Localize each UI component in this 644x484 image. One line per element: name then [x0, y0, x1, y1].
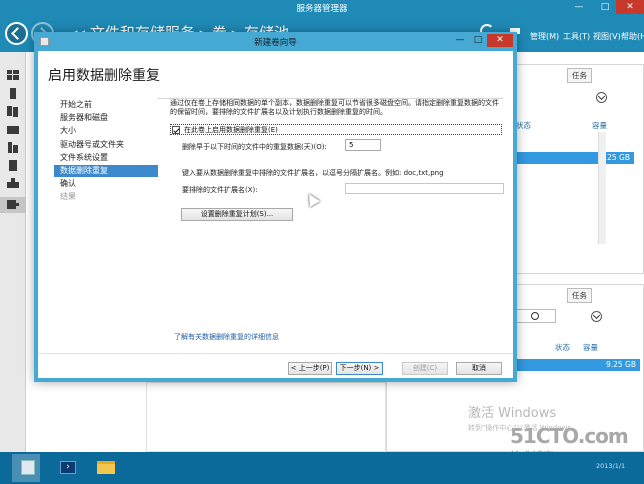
page-title: 启用数据删除重复 [48, 68, 160, 84]
file-and-storage-icon[interactable] [7, 124, 19, 135]
exclude-extensions-input[interactable] [345, 183, 504, 194]
menu-tools[interactable]: 工具(T) [563, 31, 590, 42]
all-servers-icon[interactable] [7, 106, 19, 117]
window-title: 服务器管理器 [296, 4, 348, 14]
step-before-you-begin[interactable]: 开始之前 [54, 99, 158, 111]
wizard-minimize-button[interactable]: — [452, 34, 468, 47]
sidebar [0, 52, 26, 452]
roles-icon[interactable] [7, 160, 19, 171]
set-dedup-schedule-button[interactable]: 设置删除重复计划(S)... [181, 208, 293, 221]
enable-dedup-checkbox[interactable] [172, 126, 180, 134]
tasks-dropdown-top[interactable]: 任务 [567, 68, 592, 83]
wizard-maximize-button[interactable]: □ [470, 34, 486, 47]
taskbar-powershell-button[interactable]: › [54, 454, 82, 482]
step-confirmation[interactable]: 确认 [54, 178, 158, 190]
column-status-top[interactable]: 状态 [516, 120, 531, 131]
local-server-icon[interactable] [7, 88, 19, 99]
wizard-steps-nav: 开始之前 服务器和磁盘 大小 驱动器号或文件夹 文件系统设置 数据删除重复 确认… [54, 99, 158, 205]
column-status-bottom[interactable]: 状态 [555, 342, 570, 353]
exclude-extensions-description: 键入要从数据删除重复中排除的文件扩展名，以逗号分隔扩展名。例如: doc,txt… [182, 169, 444, 177]
file-age-input[interactable] [345, 139, 381, 151]
expand-icon-bottom[interactable] [591, 311, 602, 322]
scrollbar-top[interactable] [598, 132, 606, 244]
enable-dedup-checkbox-row[interactable]: 在此卷上启用数据删除重复(E) [170, 124, 502, 135]
step-deduplication[interactable]: 数据删除重复 [54, 164, 158, 177]
maximize-button[interactable]: □ [592, 0, 618, 14]
next-button[interactable]: 下一步(N) > [336, 362, 383, 375]
tasks-dropdown-bottom[interactable]: 任务 [567, 288, 592, 303]
wizard-body: 启用数据删除重复 开始之前 服务器和磁盘 大小 驱动器号或文件夹 文件系统设置 … [38, 51, 513, 378]
exclude-extensions-label: 要排除的文件扩展名(X): [182, 186, 258, 194]
expand-icon-top[interactable] [596, 92, 607, 103]
footer-divider [38, 353, 513, 354]
step-results: 结果 [60, 192, 76, 202]
close-button[interactable]: ✕ [616, 0, 644, 14]
back-button[interactable]: < 上一步(P) [288, 362, 332, 375]
wizard-title: 新建卷向导 [254, 38, 297, 48]
activation-title: 激活 Windows [468, 406, 557, 421]
step-drive-letter[interactable]: 驱动器号或文件夹 [54, 139, 158, 151]
watermark-text: 51CTO.com [510, 424, 629, 448]
folder-icon [97, 461, 115, 474]
lower-left-panel [146, 382, 386, 452]
create-button: 创建(C) [402, 362, 448, 375]
menu-help[interactable]: 帮助(H) [621, 31, 644, 42]
column-capacity-top[interactable]: 容量 [592, 120, 607, 131]
menu-view[interactable]: 视图(V) [593, 31, 621, 42]
table-row-selected-bottom[interactable]: 9.25 GB [516, 359, 640, 371]
powershell-icon: › [60, 461, 76, 474]
new-volume-wizard: 新建卷向导 — □ ✕ 启用数据删除重复 开始之前 服务器和磁盘 大小 驱动器号… [34, 32, 517, 382]
step-server-and-disk[interactable]: 服务器和磁盘 [54, 112, 158, 124]
dashboard-icon[interactable] [7, 70, 19, 81]
file-age-label: 删除早于以下时间的文件中的重复数据(天)(O): [182, 143, 327, 151]
iis-icon[interactable] [7, 142, 19, 153]
features-icon[interactable] [7, 178, 19, 189]
back-arrow-icon[interactable] [5, 22, 28, 45]
step-file-system[interactable]: 文件系统设置 [54, 152, 158, 164]
taskbar-clock: 2013/1/1 [596, 462, 626, 470]
enable-dedup-label[interactable]: 在此卷上启用数据删除重复(E) [184, 125, 278, 135]
page-description: 通过仅在卷上存储相同数据的单个副本，数据删除重复可以节省很多磁盘空间。请指定删除… [170, 99, 499, 116]
server-manager-titlebar: 服务器管理器 — □ ✕ [0, 0, 644, 16]
volumes-icon[interactable] [7, 199, 19, 210]
table-row-selected-top[interactable]: 9.25 GB [516, 152, 634, 164]
cancel-button[interactable]: 取消 [456, 362, 502, 375]
wizard-close-button[interactable]: ✕ [487, 34, 513, 47]
server-manager-icon [21, 460, 35, 475]
taskbar: › 2013/1/1 [0, 452, 644, 484]
learn-more-link[interactable]: 了解有关数据删除重复的详细信息 [174, 332, 279, 342]
minimize-button[interactable]: — [566, 0, 592, 14]
capacity-value-bottom: 9.25 GB [605, 360, 636, 369]
menu-manage[interactable]: 管理(M) [530, 31, 559, 42]
step-size[interactable]: 大小 [54, 125, 158, 137]
column-capacity-bottom[interactable]: 容量 [583, 342, 598, 353]
filter-search-icon[interactable] [516, 309, 556, 323]
taskbar-server-manager-button[interactable] [12, 454, 40, 482]
taskbar-explorer-button[interactable] [92, 454, 120, 482]
